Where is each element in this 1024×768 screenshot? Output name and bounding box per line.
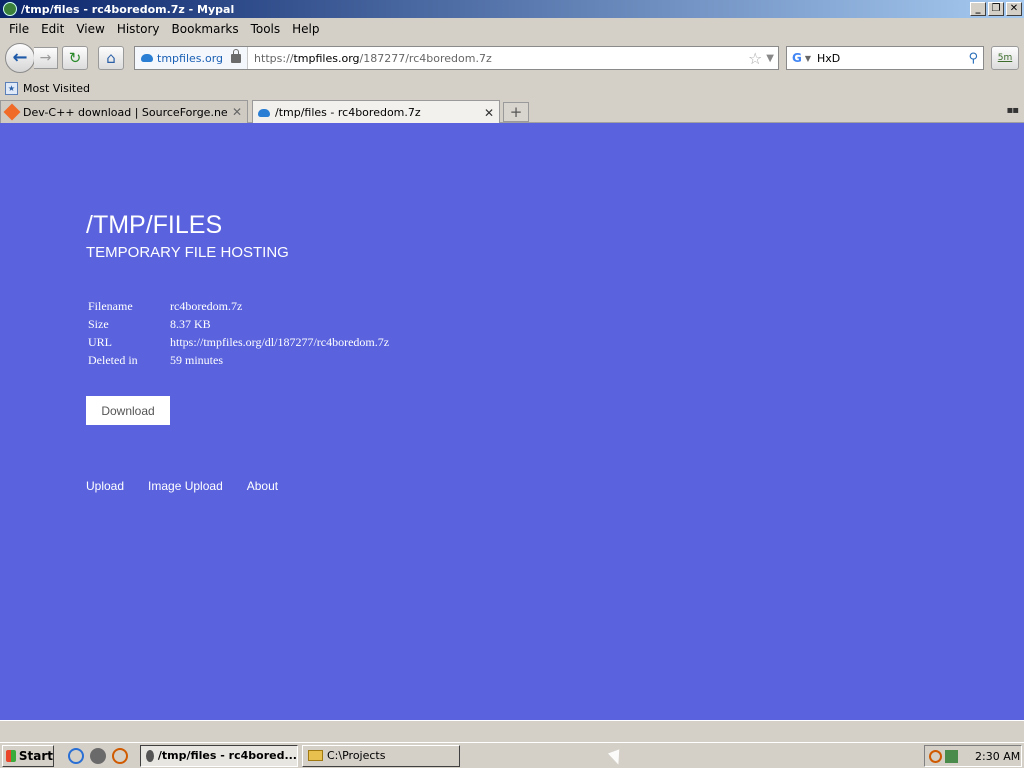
forward-button[interactable]: → bbox=[34, 47, 58, 69]
table-row: Filename rc4boredom.7z bbox=[88, 297, 389, 315]
task-label: /tmp/files - rc4bored... bbox=[157, 749, 297, 762]
bookmark-most-visited[interactable]: Most Visited bbox=[23, 82, 90, 95]
reload-icon: ↻ bbox=[68, 49, 82, 67]
info-key: Filename bbox=[88, 298, 133, 313]
search-launcher-icon[interactable] bbox=[112, 747, 128, 764]
reload-button[interactable]: ↻ bbox=[62, 46, 88, 70]
window-title-bar[interactable]: /tmp/files - rc4boredom.7z - Mypal _ ❐ ✕ bbox=[0, 0, 1024, 18]
google-search-engine-icon[interactable]: G bbox=[792, 51, 802, 65]
clock[interactable]: 2:30 AM bbox=[975, 750, 1020, 763]
url-host: tmpfiles.org bbox=[293, 51, 360, 65]
forward-arrow-icon: → bbox=[39, 50, 52, 66]
system-tray: 2:30 AM bbox=[924, 745, 1022, 767]
menu-file[interactable]: File bbox=[3, 22, 35, 36]
url-dropdown-icon[interactable]: ▼ bbox=[766, 53, 774, 64]
start-button[interactable]: Start bbox=[2, 744, 54, 767]
navigation-toolbar: ← → ↻ ⌂ tmpfiles.org https://tmpfiles.or… bbox=[0, 40, 1024, 76]
tray-network-icon[interactable] bbox=[945, 749, 958, 763]
info-value: 59 minutes bbox=[170, 352, 223, 367]
tab-label: Dev-C++ download | SourceForge.net bbox=[23, 105, 227, 119]
mypal-launcher-icon[interactable] bbox=[90, 747, 106, 764]
lock-icon bbox=[231, 48, 242, 63]
back-arrow-icon: ← bbox=[12, 47, 28, 68]
cloud-favicon-icon bbox=[141, 54, 153, 62]
window-title: /tmp/files - rc4boredom.7z - Mypal bbox=[21, 2, 235, 16]
table-row: URL https://tmpfiles.org/dl/187277/rc4bo… bbox=[88, 333, 389, 351]
tab-label: /tmp/files - rc4boredom.7z bbox=[275, 106, 421, 119]
tab-close-icon[interactable]: ✕ bbox=[232, 105, 242, 119]
mypal-icon bbox=[146, 749, 154, 762]
back-button[interactable]: ← bbox=[5, 43, 35, 73]
footer-links: Upload Image Upload About bbox=[86, 479, 302, 493]
task-label: C:\Projects bbox=[327, 749, 386, 762]
identity-host: tmpfiles.org bbox=[157, 51, 224, 65]
table-row: Deleted in 59 minutes bbox=[88, 351, 389, 369]
bookmarks-toolbar: ★ Most Visited bbox=[0, 78, 1024, 98]
taskbar-item-mypal[interactable]: /tmp/files - rc4bored... bbox=[140, 744, 298, 767]
file-info-table: Filename rc4boredom.7z Size 8.37 KB URL … bbox=[88, 297, 389, 369]
most-visited-icon: ★ bbox=[5, 81, 18, 95]
upload-link[interactable]: Upload bbox=[86, 479, 124, 493]
image-upload-link[interactable]: Image Upload bbox=[148, 479, 223, 493]
url-bar[interactable]: tmpfiles.org https://tmpfiles.org/187277… bbox=[134, 46, 779, 70]
menu-bookmarks[interactable]: Bookmarks bbox=[166, 22, 245, 36]
taskbar: Start /tmp/files - rc4bored... C:\Projec… bbox=[0, 742, 1024, 768]
cloud-favicon-icon bbox=[258, 108, 270, 117]
new-tab-button[interactable]: + bbox=[503, 102, 529, 122]
menu-tools[interactable]: Tools bbox=[245, 22, 287, 36]
menu-view[interactable]: View bbox=[70, 22, 110, 36]
info-value-url[interactable]: https://tmpfiles.org/dl/187277/rc4boredo… bbox=[170, 333, 389, 351]
url-text[interactable]: https://tmpfiles.org/187277/rc4boredom.7… bbox=[248, 52, 748, 65]
sm-button[interactable]: 5m bbox=[991, 46, 1019, 70]
windows-logo-icon bbox=[6, 749, 16, 762]
info-key: Deleted in bbox=[88, 352, 138, 367]
search-go-icon[interactable]: ⚲ bbox=[968, 51, 978, 66]
home-button[interactable]: ⌂ bbox=[98, 46, 124, 70]
restore-button[interactable]: ❐ bbox=[988, 2, 1004, 16]
info-key: Size bbox=[88, 316, 109, 331]
tray-search-icon[interactable] bbox=[929, 749, 942, 763]
about-link[interactable]: About bbox=[247, 479, 278, 493]
tab-close-icon[interactable]: ✕ bbox=[484, 106, 494, 120]
site-title: /TMP/FILES bbox=[86, 211, 223, 239]
close-button[interactable]: ✕ bbox=[1006, 2, 1022, 16]
sourceforge-favicon-icon bbox=[3, 103, 21, 121]
start-label: Start bbox=[18, 748, 53, 763]
home-icon: ⌂ bbox=[106, 49, 116, 67]
tab-strip: Dev-C++ download | SourceForge.net ✕ /tm… bbox=[0, 99, 1024, 124]
search-bar[interactable]: G ▼ ⚲ bbox=[786, 46, 984, 70]
menu-help[interactable]: Help bbox=[286, 22, 325, 36]
download-button[interactable]: Download bbox=[86, 396, 170, 425]
tab-tmpfiles[interactable]: /tmp/files - rc4boredom.7z ✕ bbox=[252, 100, 500, 124]
url-path: /187277/rc4boredom.7z bbox=[359, 51, 492, 65]
search-engine-dropdown-icon[interactable]: ▼ bbox=[805, 54, 811, 63]
bookmark-star-icon[interactable]: ☆ bbox=[748, 49, 762, 68]
url-prefix: https:// bbox=[254, 51, 294, 65]
search-input[interactable] bbox=[817, 51, 969, 65]
tab-list-icon[interactable]: ▪▪ bbox=[1006, 105, 1019, 116]
page-content: /TMP/FILES TEMPORARY FILE HOSTING Filena… bbox=[0, 123, 1024, 720]
internet-explorer-icon[interactable] bbox=[68, 747, 84, 764]
info-value: rc4boredom.7z bbox=[170, 298, 243, 313]
info-value: 8.37 KB bbox=[170, 316, 211, 331]
taskbar-item-projects[interactable]: C:\Projects bbox=[302, 744, 460, 767]
folder-icon bbox=[308, 750, 323, 761]
site-identity-button[interactable]: tmpfiles.org bbox=[135, 47, 249, 69]
table-row: Size 8.37 KB bbox=[88, 315, 389, 333]
mypal-app-icon[interactable] bbox=[3, 2, 17, 16]
status-bar bbox=[0, 720, 1024, 742]
minimize-button[interactable]: _ bbox=[970, 2, 986, 16]
menu-edit[interactable]: Edit bbox=[35, 22, 70, 36]
info-key: URL bbox=[88, 334, 112, 349]
window-controls: _ ❐ ✕ bbox=[970, 2, 1022, 16]
site-subtitle: TEMPORARY FILE HOSTING bbox=[86, 244, 289, 261]
quick-launch bbox=[68, 747, 128, 764]
tab-sourceforge[interactable]: Dev-C++ download | SourceForge.net ✕ bbox=[0, 100, 248, 123]
menu-history[interactable]: History bbox=[111, 22, 166, 36]
menu-bar: File Edit View History Bookmarks Tools H… bbox=[0, 18, 1024, 39]
